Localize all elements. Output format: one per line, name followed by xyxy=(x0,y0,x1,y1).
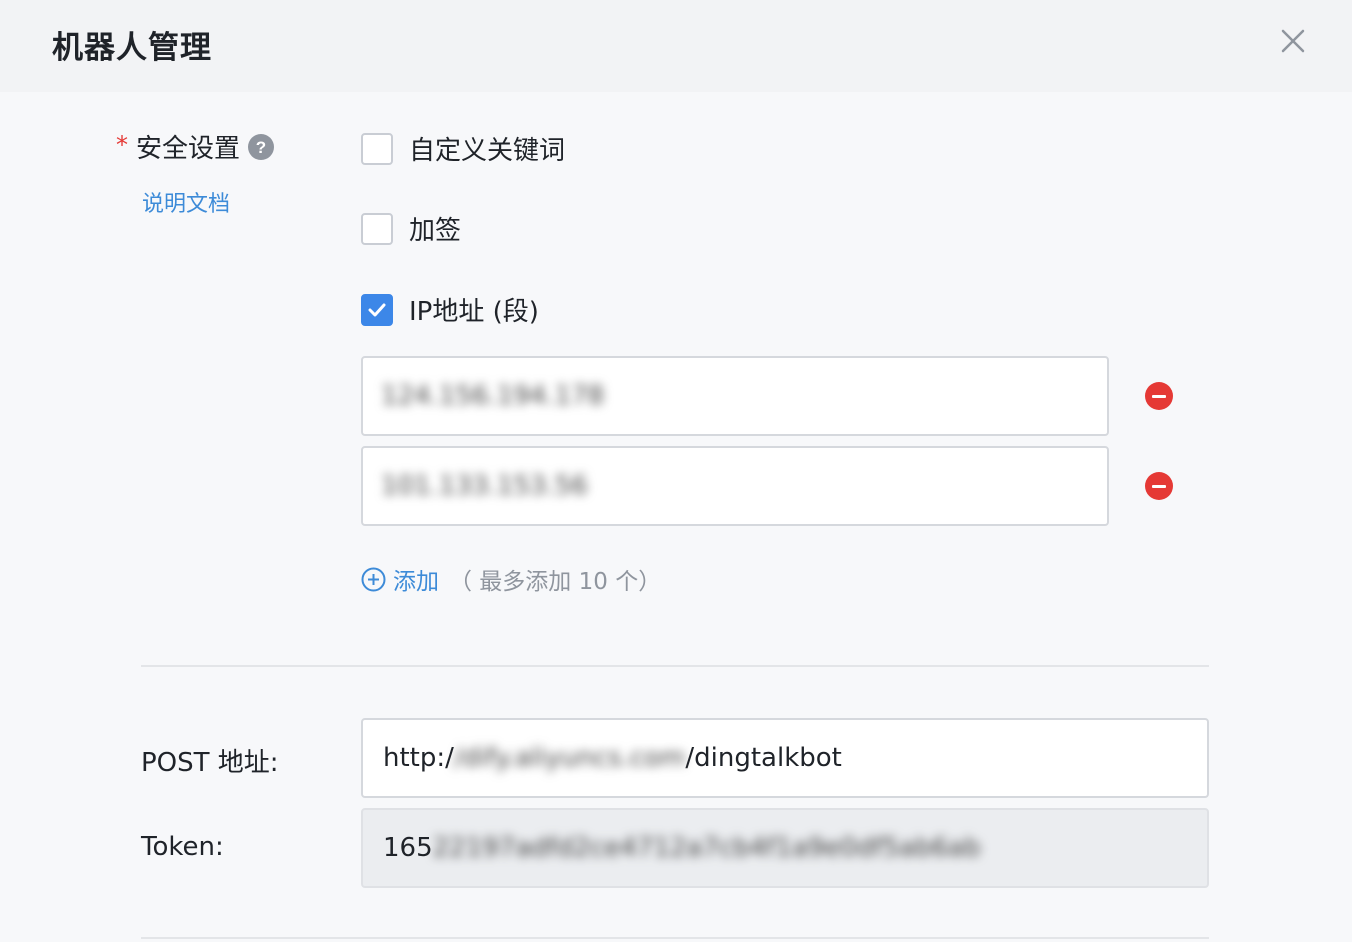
token-masked: 22197adfd2ce4712a7cb4f1a9e0df5ab6ab xyxy=(432,833,981,863)
ip-input-1[interactable]: 124.156.194.178 xyxy=(361,356,1109,436)
dialog-header: 机器人管理 xyxy=(0,0,1352,92)
security-settings-text: 安全设置 xyxy=(136,134,241,164)
post-address-prefix: http:/ xyxy=(383,743,454,773)
ip-value-2: 101.133.153.56 xyxy=(381,471,588,501)
post-address-masked: /dify.aliyuncs.com xyxy=(453,743,686,773)
token-label: Token: xyxy=(141,832,224,862)
custom-keyword-label: 自定义关键词 xyxy=(409,136,566,166)
option-custom-keyword[interactable]: 自定义关键词 xyxy=(361,130,565,167)
add-ip-label: 添加 xyxy=(393,569,439,595)
option-signature[interactable]: 加签 xyxy=(361,210,461,247)
ip-input-2[interactable]: 101.133.153.56 xyxy=(361,446,1109,526)
security-settings-label: * 安全设置 ? xyxy=(116,128,275,165)
ip-value-1: 124.156.194.178 xyxy=(381,381,605,411)
signature-checkbox[interactable] xyxy=(361,212,393,245)
token-prefix: 165 xyxy=(383,833,433,863)
token-field: 165 22197adfd2ce4712a7cb4f1a9e0df5ab6ab xyxy=(361,808,1209,888)
remove-ip-2-button[interactable] xyxy=(1145,472,1173,500)
plus-circle-icon xyxy=(361,567,386,591)
signature-label: 加签 xyxy=(409,216,462,246)
option-ip-address[interactable]: IP地址 (段) xyxy=(361,291,539,328)
add-ip-button[interactable]: 添加 xyxy=(361,562,439,596)
close-button[interactable] xyxy=(1276,24,1310,58)
ip-address-checkbox[interactable] xyxy=(361,293,393,326)
remove-ip-1-button[interactable] xyxy=(1145,382,1173,410)
add-ip-hint: （ 最多添加 10 个） xyxy=(449,569,662,595)
close-icon xyxy=(1281,29,1305,53)
dialog-title: 机器人管理 xyxy=(52,30,212,66)
post-address-label: POST 地址: xyxy=(141,748,279,778)
bottom-divider xyxy=(141,937,1209,939)
post-address-input[interactable]: http:/ /dify.aliyuncs.com /dingtalkbot xyxy=(361,718,1209,798)
question-circle-icon[interactable]: ? xyxy=(248,133,275,160)
add-ip-row: 添加 （ 最多添加 10 个） xyxy=(361,562,661,596)
doc-link[interactable]: 说明文档 xyxy=(142,186,230,218)
check-icon xyxy=(368,303,386,316)
ip-address-label: IP地址 (段) xyxy=(409,297,539,327)
post-address-suffix: /dingtalkbot xyxy=(685,743,842,773)
required-mark: * xyxy=(116,130,128,159)
custom-keyword-checkbox[interactable] xyxy=(361,132,393,165)
svg-text:?: ? xyxy=(256,138,266,157)
section-divider xyxy=(141,665,1209,667)
